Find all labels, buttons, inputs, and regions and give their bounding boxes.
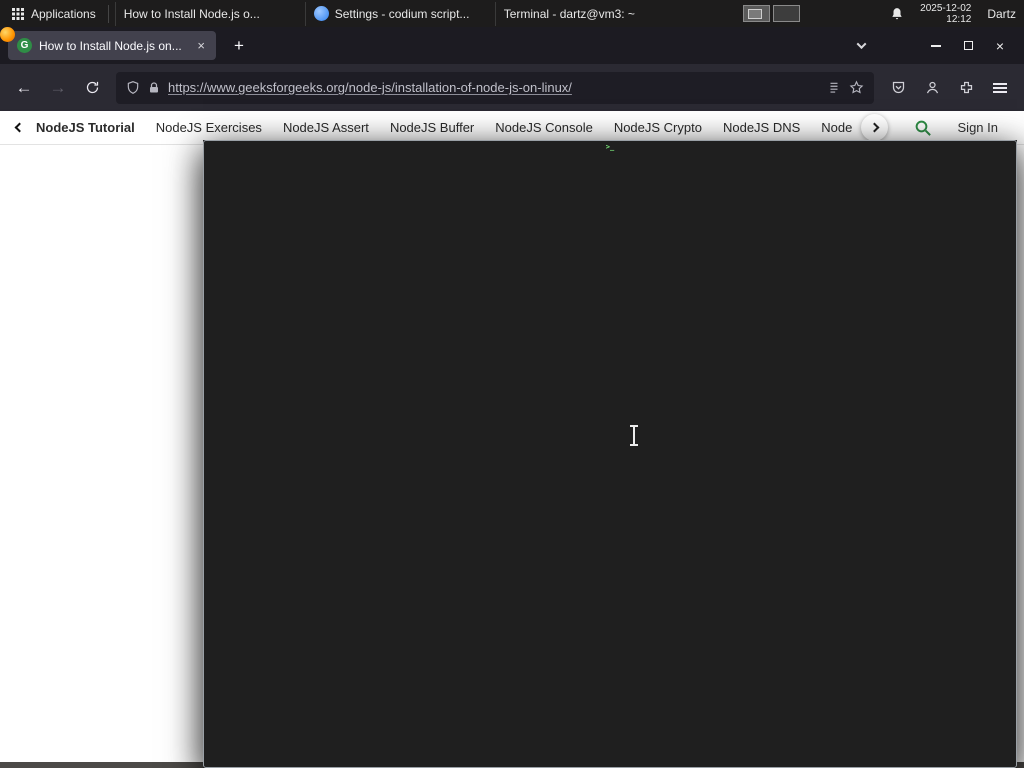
site-nav-item[interactable]: NodeJS Tutorial [36, 120, 135, 135]
new-tab-button[interactable]: + [226, 36, 252, 56]
taskbar-button-firefox[interactable]: How to Install Node.js o... [0, 1, 305, 42]
applications-label: Applications [31, 6, 96, 21]
clock-date: 2025-12-02 [920, 2, 972, 14]
hamburger-icon [993, 86, 1007, 89]
menu-button[interactable] [984, 73, 1016, 103]
site-nav-right: Sign In [860, 114, 1024, 141]
workspace-1[interactable] [743, 5, 771, 22]
taskbar-button-terminal[interactable]: >_ Terminal - dartz@vm3: ~ [203, 1, 1017, 768]
browser-tab[interactable]: G How to Install Node.js on... × [8, 31, 216, 60]
notification-bell-icon[interactable] [890, 7, 904, 21]
applications-menu-button[interactable]: Applications [6, 5, 102, 23]
url-prefix: https://www. [168, 80, 239, 95]
taskbar-button-label: Settings - codium script... [334, 6, 470, 21]
url-text[interactable]: https://www.geeksforgeeks.org/node-js/in… [168, 80, 819, 95]
desktop: Applications How to Install Node.js o...… [0, 0, 1024, 768]
bookmark-star-icon[interactable] [849, 80, 864, 95]
reader-view-icon[interactable] [827, 81, 841, 95]
clock-time: 12:12 [946, 13, 972, 25]
gfg-favicon-icon: G [17, 38, 32, 53]
browser-tab-bar: G How to Install Node.js on... × + × [0, 27, 1024, 64]
list-all-tabs-button[interactable] [848, 33, 874, 59]
user-menu[interactable]: Dartz [987, 7, 1016, 21]
url-path: /node-js/installation-of-node-js-on-linu… [345, 80, 572, 95]
extensions-puzzle-icon [960, 81, 972, 94]
site-nav-item[interactable]: NodeJS Assert [283, 120, 369, 135]
tab-close-icon[interactable]: × [195, 38, 207, 53]
terminal-icon: >_ [203, 140, 1017, 768]
site-nav-item[interactable]: NodeJS DNS [723, 120, 800, 135]
tracking-shield-icon[interactable] [126, 80, 140, 95]
site-nav-item[interactable]: NodeJS Buffer [390, 120, 474, 135]
nav-scroll-left-chevron-icon[interactable] [14, 122, 25, 133]
workspace-switcher[interactable] [743, 5, 801, 22]
nav-scroll-right-button[interactable] [860, 114, 888, 141]
window-close-button[interactable]: × [984, 33, 1016, 59]
pocket-button[interactable] [882, 73, 914, 103]
back-button[interactable]: ← [8, 73, 40, 103]
site-nav-item[interactable]: NodeJS Crypto [614, 120, 702, 135]
extensions-button[interactable] [950, 73, 982, 103]
taskbar: Applications How to Install Node.js o...… [0, 0, 1024, 768]
sign-in-button[interactable]: Sign In [958, 120, 998, 135]
url-domain: geeksforgeeks.org [238, 80, 346, 95]
reload-icon [86, 81, 98, 94]
site-nav-item[interactable]: NodeJS Console [495, 120, 593, 135]
vscodium-icon [313, 6, 329, 21]
lock-icon[interactable] [148, 81, 160, 95]
search-icon[interactable] [914, 119, 932, 137]
workspace-2[interactable] [773, 5, 801, 22]
site-nav-item[interactable]: Node [821, 120, 852, 135]
firefox-icon [0, 27, 15, 42]
window-minimize-button[interactable] [920, 33, 952, 59]
mouse-text-cursor [630, 425, 638, 446]
taskbar-button-vscodium[interactable]: Settings - codium script... [304, 1, 495, 26]
clock[interactable]: 2025-12-02 12:12 [920, 3, 971, 25]
taskbar-windows: How to Install Node.js o... Settings - co… [0, 0, 1017, 768]
account-button[interactable] [916, 73, 948, 103]
window-maximize-button[interactable] [952, 33, 984, 59]
reload-button[interactable] [76, 73, 108, 103]
applications-grid-icon [12, 7, 24, 20]
site-nav-items: NodeJS Tutorial NodeJS Exercises NodeJS As… [36, 120, 887, 135]
taskbar-button-label: Terminal - dartz@vm3: ~ [503, 6, 635, 21]
tab-title: How to Install Node.js on... [39, 38, 182, 53]
pocket-icon [892, 81, 904, 94]
taskbar-button-label: How to Install Node.js o... [123, 6, 260, 21]
forward-button[interactable]: → [42, 73, 74, 103]
account-person-icon [926, 81, 938, 94]
browser-toolbar: ← → https://www.geeksforgeeks.org/node-j… [0, 64, 1024, 111]
site-nav-item[interactable]: NodeJS Exercises [156, 120, 262, 135]
taskbar-separator [107, 4, 109, 23]
url-bar[interactable]: https://www.geeksforgeeks.org/node-js/in… [116, 71, 874, 104]
